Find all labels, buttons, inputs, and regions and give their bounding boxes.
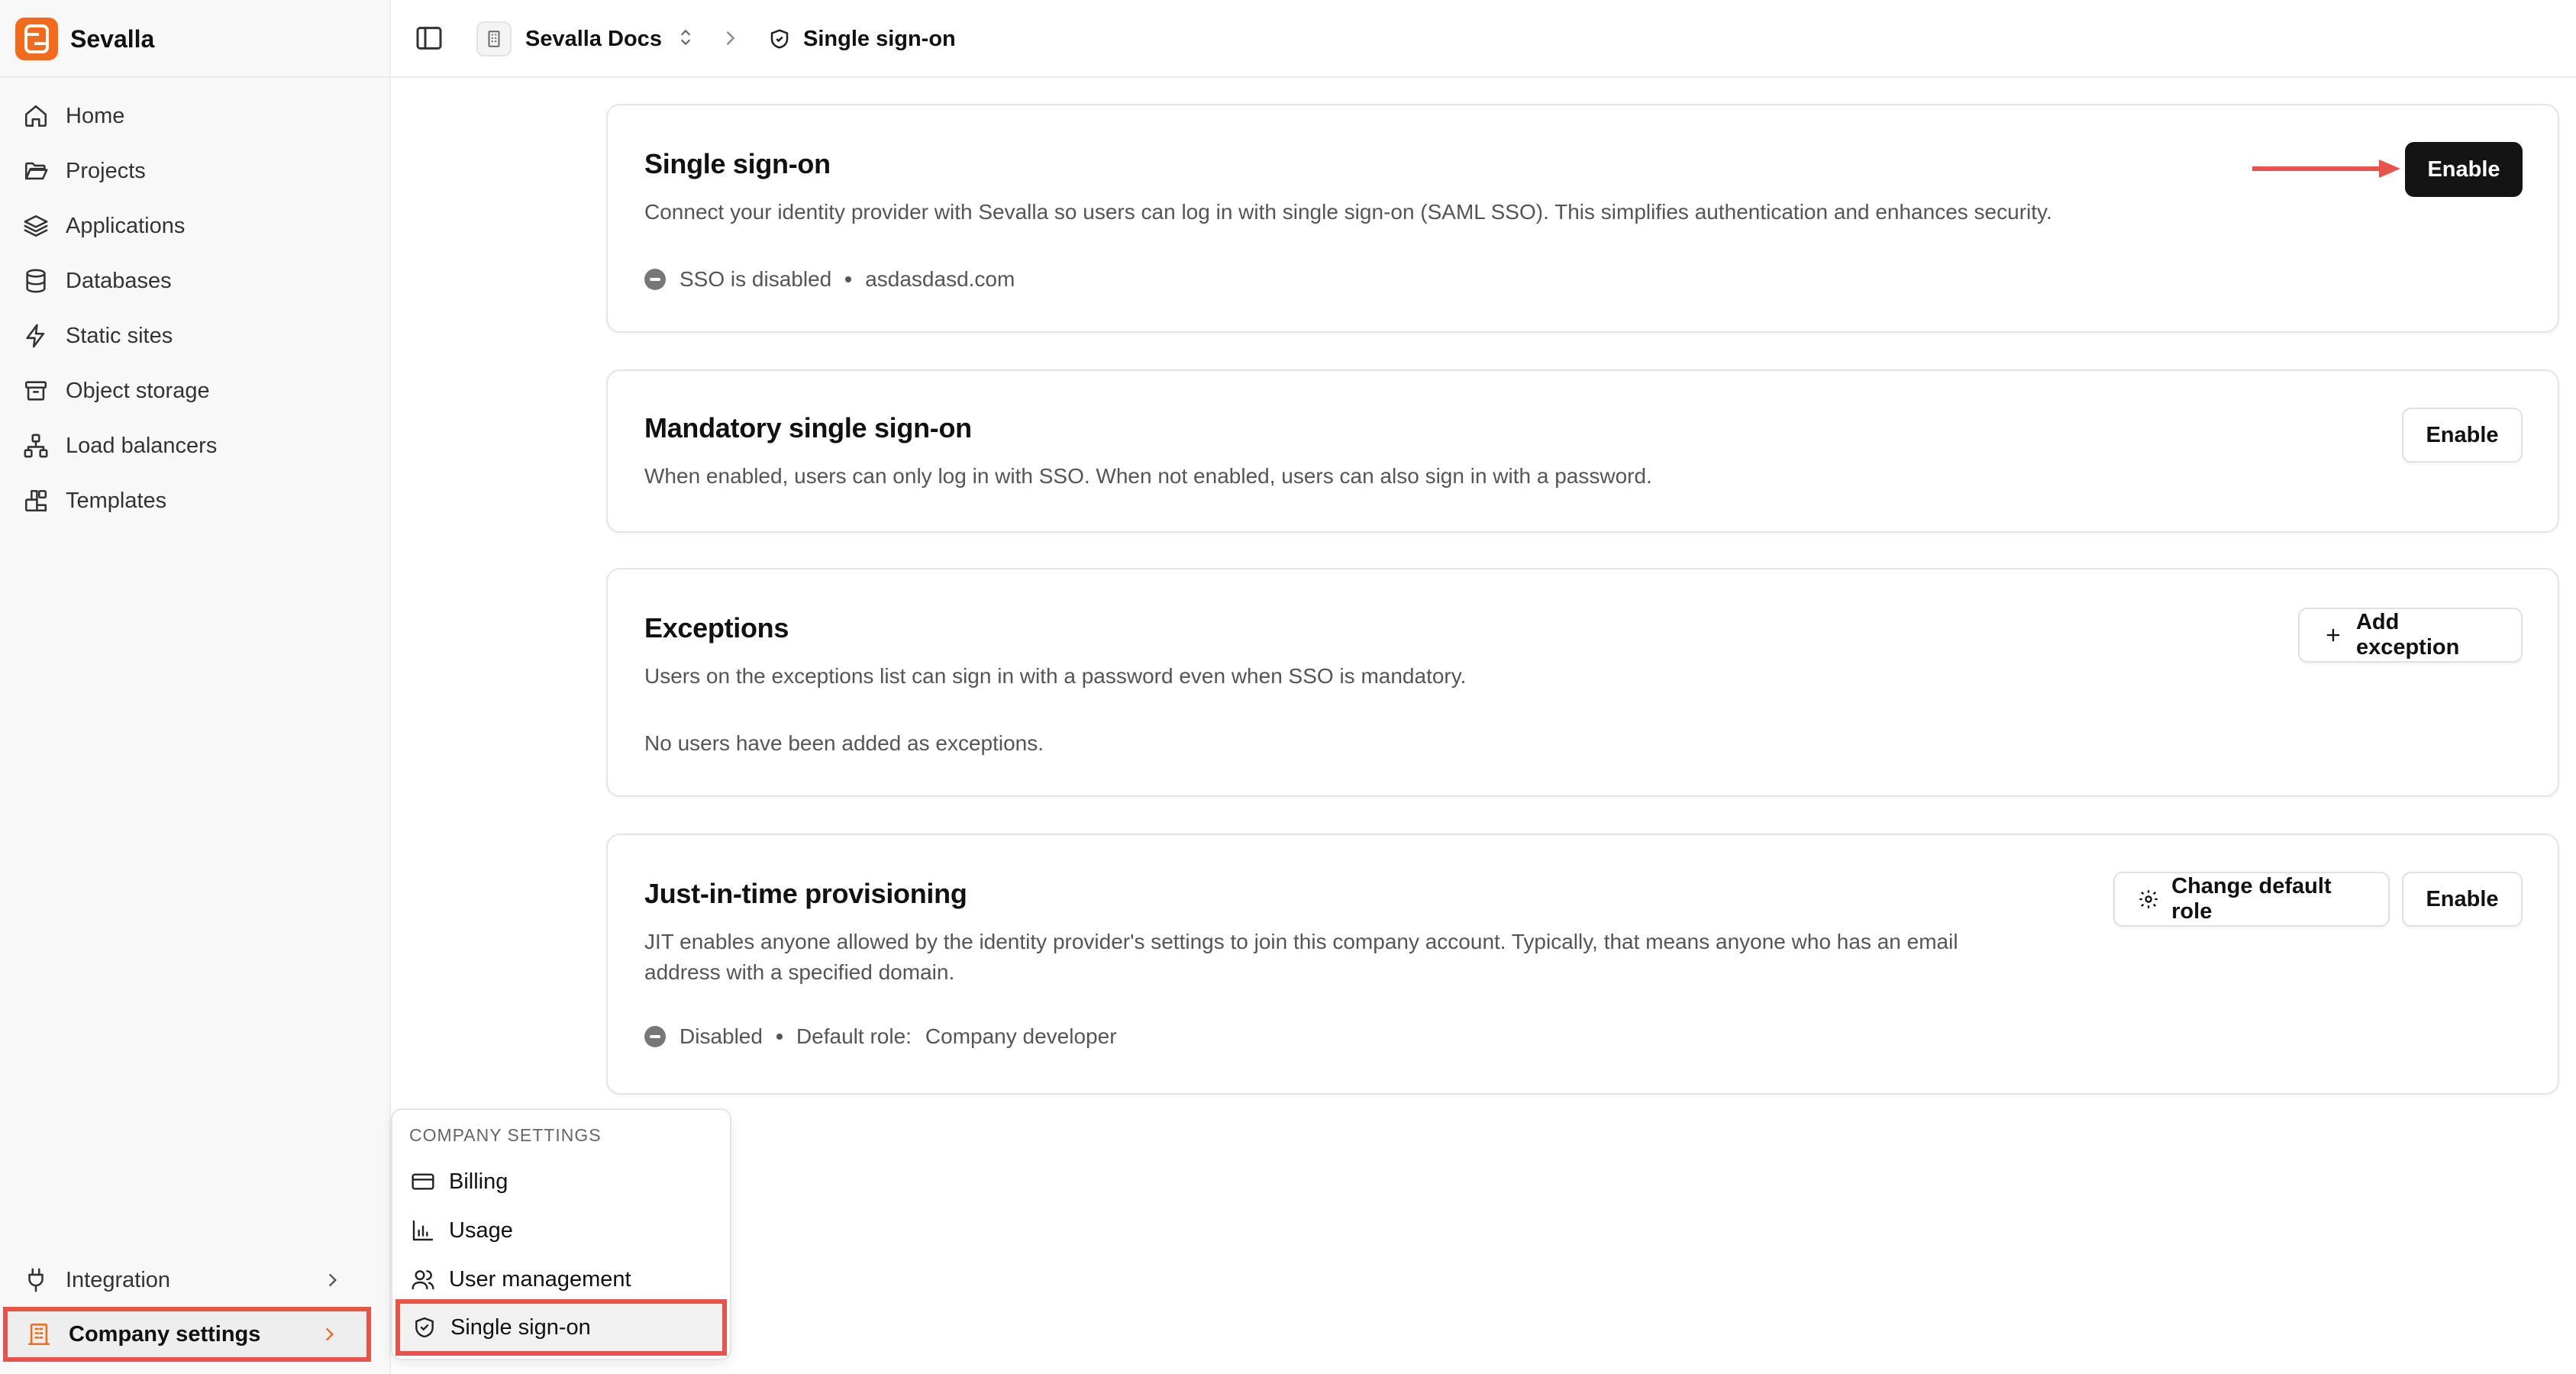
sidebar-item-label: Projects [66, 158, 146, 183]
archive-icon [24, 381, 47, 401]
brand[interactable]: Sevalla [15, 15, 154, 63]
bullet-separator [845, 276, 852, 282]
sidebar-item-label: Static sites [66, 323, 173, 348]
sidebar-item-applications[interactable]: Applications [0, 198, 389, 253]
card-title: Exceptions [644, 612, 789, 643]
menu-item-usage[interactable]: Usage [400, 1206, 725, 1255]
plus-icon [2326, 628, 2340, 642]
chevron-right-icon [328, 1273, 337, 1287]
sidebar-item-integration[interactable]: Integration [0, 1253, 389, 1307]
menu-item-label: User management [449, 1266, 631, 1292]
sidebar-toggle-icon [416, 27, 442, 50]
sidebar-item-object-storage[interactable]: Object storage [0, 363, 389, 418]
status-disabled-icon [644, 269, 666, 290]
card-description: When enabled, users can only log in with… [644, 464, 1652, 488]
sidebar-item-projects[interactable]: Projects [0, 144, 389, 198]
sevalla-logo-icon [15, 18, 58, 60]
sidebar-item-label: Integration [66, 1267, 171, 1292]
building-icon [27, 1323, 50, 1346]
empty-state-text: No users have been added as exceptions. [644, 731, 1044, 755]
enable-sso-button[interactable]: Enable [2405, 142, 2523, 197]
jit-card: Just-in-time provisioning JIT enables an… [606, 834, 2559, 1095]
org-icon [476, 21, 512, 56]
breadcrumb: Single sign-on [768, 21, 956, 56]
bolt-icon [26, 324, 45, 348]
sidebar-item-templates[interactable]: Templates [0, 473, 389, 528]
card-description-line-2: address with a specified domain. [644, 960, 955, 984]
sidebar-item-home[interactable]: Home [0, 89, 389, 144]
sidebar-nav: Home Projects Applications Databases Sta… [0, 89, 389, 528]
card-title: Mandatory single sign-on [644, 412, 972, 443]
sidebar-toggle-button[interactable] [414, 23, 444, 53]
card-description-line-1: JIT enables anyone allowed by the identi… [644, 930, 1958, 953]
gear-icon [2139, 890, 2158, 908]
add-exception-button[interactable]: Add exception [2298, 608, 2523, 663]
sidebar-item-label: Home [66, 103, 125, 128]
shield-icon [415, 1317, 434, 1338]
menu-item-billing[interactable]: Billing [400, 1157, 725, 1206]
network-icon [24, 434, 48, 458]
enable-jit-button[interactable]: Enable [2402, 872, 2523, 927]
enable-mandatory-sso-button[interactable]: Enable [2402, 408, 2523, 463]
card-title: Single sign-on [644, 148, 831, 179]
home-icon [24, 105, 47, 127]
chevron-right-icon [325, 1327, 334, 1341]
mandatory-sso-card: Mandatory single sign-on When enabled, u… [606, 369, 2559, 533]
shield-icon [770, 29, 789, 49]
pointer-arrow [2252, 160, 2400, 178]
sidebar: Sevalla Home Projects Applications Datab… [0, 0, 391, 1374]
company-settings-menu: COMPANY SETTINGS Billing Usage User mana… [391, 1108, 731, 1360]
divider [0, 76, 389, 78]
plug-icon [28, 1268, 44, 1292]
sidebar-item-label: Databases [66, 268, 172, 293]
sidebar-item-label: Object storage [66, 378, 210, 403]
sidebar-item-label: Applications [66, 213, 186, 238]
change-default-role-button[interactable]: Change default role [2113, 872, 2390, 927]
menu-item-single-sign-on[interactable]: Single sign-on [395, 1299, 727, 1356]
sidebar-item-label: Templates [66, 488, 167, 513]
users-icon [412, 1270, 434, 1290]
menu-item-label: Billing [449, 1169, 508, 1194]
status-text: SSO is disabled [680, 267, 832, 291]
menu-item-user-management[interactable]: User management [400, 1255, 725, 1304]
status-text: Disabled [680, 1024, 763, 1048]
jit-status: Disabled Default role: Company developer [644, 1024, 1117, 1049]
sidebar-item-static-sites[interactable]: Static sites [0, 308, 389, 363]
sidebar-item-label: Load balancers [66, 433, 218, 458]
blocks-icon [24, 489, 47, 512]
topbar: Sevalla Docs Single sign-on [391, 0, 2576, 78]
breadcrumb-current: Single sign-on [803, 26, 956, 51]
sidebar-item-label: Company settings [69, 1321, 261, 1347]
add-exception-label: Add exception [2355, 610, 2460, 660]
bullet-separator [776, 1034, 783, 1040]
card-description: Users on the exceptions list can sign in… [644, 664, 1467, 688]
menu-item-label: Usage [449, 1218, 513, 1243]
database-icon [26, 269, 46, 293]
breadcrumb-separator-icon [719, 27, 741, 53]
sso-card: Single sign-on Connect your identity pro… [606, 104, 2559, 333]
sidebar-item-load-balancers[interactable]: Load balancers [0, 418, 389, 473]
default-role-value: Company developer [925, 1024, 1117, 1048]
brand-name: Sevalla [70, 24, 155, 53]
default-role-label: Default role: [796, 1024, 912, 1048]
status-disabled-icon [644, 1026, 666, 1047]
org-name: Sevalla Docs [525, 26, 662, 51]
layers-icon [24, 214, 48, 237]
sso-domain: asdasdasd.com [865, 267, 1015, 291]
org-switcher[interactable]: Sevalla Docs [476, 21, 696, 56]
menu-item-label: Single sign-on [450, 1314, 591, 1340]
sidebar-item-databases[interactable]: Databases [0, 253, 389, 308]
change-default-role-label: Change default role [2171, 874, 2332, 924]
chevrons-up-down-icon [676, 27, 696, 51]
sidebar-item-company-settings[interactable]: Company settings [3, 1307, 371, 1362]
sso-status: SSO is disabled asdasdasd.com [644, 267, 1015, 292]
bar-chart-icon [412, 1220, 434, 1241]
credit-card-icon [412, 1173, 434, 1190]
card-description: Connect your identity provider with Seva… [644, 200, 2052, 224]
card-title: Just-in-time provisioning [644, 878, 967, 909]
exceptions-card: Exceptions Users on the exceptions list … [606, 568, 2559, 797]
folder-icon [24, 162, 48, 180]
menu-heading: COMPANY SETTINGS [409, 1125, 602, 1145]
